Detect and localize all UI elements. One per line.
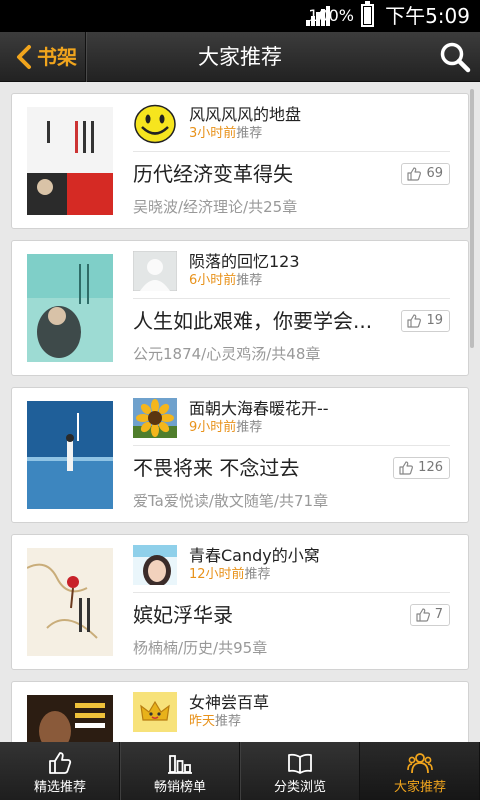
battery-percent: 100% [308,6,354,25]
book-cover[interactable] [27,254,113,362]
recommend-meta: 6小时前推荐 [189,273,262,289]
avatar[interactable] [133,545,177,585]
like-count: 7 [434,607,443,622]
like-button[interactable]: 19 [401,310,450,332]
thumbs-up-icon [49,752,72,774]
thumbs-up-icon [399,461,414,475]
user-name[interactable]: 风风风风的地盘 [189,105,301,125]
back-label: 书架 [37,45,77,69]
book-title[interactable]: 嫔妃浮华录 [133,602,389,628]
status-bar: 100% 下午5:09 [0,0,480,32]
divider [133,445,450,446]
action-label: 推荐 [236,126,263,141]
time-ago: 昨天 [189,714,216,729]
title-bar: 书架 大家推荐 [0,32,480,82]
action-label: 推荐 [215,714,242,729]
avatar[interactable] [133,398,177,438]
crown-avatar-icon [133,692,177,732]
user-name[interactable]: 面朝大海春暖花开-- [189,399,329,419]
list-item[interactable]: 风风风风的地盘 3小时前推荐 历代经济变革得失 69 吴晓波/经济理论/共25章 [11,93,469,229]
thumbs-up-icon [407,167,422,181]
recommend-meta: 9小时前推荐 [189,420,262,436]
smiley-avatar-icon [133,104,177,144]
divider [133,151,450,152]
thumbs-up-icon [407,314,422,328]
default-avatar-icon [133,251,177,291]
sunflower-avatar-icon [133,398,177,438]
time-ago: 6小时前 [189,273,237,288]
like-count: 126 [418,460,443,475]
book-info: 杨楠楠/历史/共95章 [133,639,268,657]
open-book-icon [288,753,312,774]
chevron-left-icon [17,45,31,69]
recommendation-list[interactable]: 风风风风的地盘 3小时前推荐 历代经济变革得失 69 吴晓波/经济理论/共25章… [0,83,480,742]
tab-categories[interactable]: 分类浏览 [240,742,360,800]
girl-avatar-icon [133,545,177,585]
bottom-tab-bar: 精选推荐 畅销榜单 分类浏览 大家推荐 [0,742,480,800]
list-item[interactable]: 青春Candy的小窝 12小时前推荐 嫔妃浮华录 7 杨楠楠/历史/共95章 [11,534,469,670]
search-button[interactable] [436,38,474,76]
people-icon [407,753,433,774]
like-button[interactable]: 126 [393,457,450,479]
time-ago: 12小时前 [189,567,245,582]
like-button[interactable]: 69 [401,163,450,185]
book-title[interactable]: 不畏将来 不念过去 [133,455,389,481]
action-label: 推荐 [236,420,263,435]
tab-label: 分类浏览 [273,780,326,795]
tab-bestsellers[interactable]: 畅销榜单 [120,742,240,800]
book-info: 公元1874/心灵鸡汤/共48章 [133,345,321,363]
scrollbar[interactable] [470,89,474,348]
avatar[interactable] [133,104,177,144]
recommend-meta: 12小时前推荐 [189,567,271,583]
battery-icon [361,1,374,27]
tab-label: 大家推荐 [393,780,446,795]
list-item[interactable]: 面朝大海春暖花开-- 9小时前推荐 不畏将来 不念过去 126 爱Ta爱悦读/散… [11,387,469,523]
book-info: 爱Ta爱悦读/散文随笔/共71章 [133,492,329,510]
user-name[interactable]: 陨落的回忆123 [189,252,300,272]
recommend-meta: 昨天推荐 [189,714,241,730]
divider [133,592,450,593]
user-name[interactable]: 女神尝百草 [189,693,269,713]
back-button[interactable]: 书架 [0,32,86,82]
like-button[interactable]: 7 [409,604,450,626]
time-ago: 9小时前 [189,420,237,435]
list-item[interactable]: 陨落的回忆123 6小时前推荐 人生如此艰难，你要学会... 19 公元1874… [11,240,469,376]
avatar[interactable] [133,251,177,291]
book-title[interactable]: 历代经济变革得失 [133,161,389,187]
list-item[interactable]: 女神尝百草 昨天推荐 [11,681,469,742]
action-label: 推荐 [244,567,271,582]
user-name[interactable]: 青春Candy的小窝 [189,546,320,566]
time-ago: 3小时前 [189,126,237,141]
avatar[interactable] [133,692,177,732]
tab-label: 精选推荐 [33,780,86,795]
book-cover[interactable] [27,401,113,509]
book-cover[interactable] [27,107,113,215]
tab-label: 畅销榜单 [153,780,206,795]
search-icon [440,42,471,73]
book-cover[interactable] [27,695,113,742]
book-cover[interactable] [27,548,113,656]
page-title: 大家推荐 [198,45,282,69]
bar-chart-icon [168,755,192,774]
tab-community-picks[interactable]: 大家推荐 [360,742,480,800]
like-count: 69 [426,166,443,181]
tab-featured[interactable]: 精选推荐 [0,742,120,800]
book-info: 吴晓波/经济理论/共25章 [133,198,298,216]
book-title[interactable]: 人生如此艰难，你要学会... [133,308,389,334]
like-count: 19 [426,313,443,328]
divider [133,298,450,299]
clock: 下午5:09 [385,4,470,28]
thumbs-up-icon [416,608,430,622]
action-label: 推荐 [236,273,263,288]
recommend-meta: 3小时前推荐 [189,126,262,142]
